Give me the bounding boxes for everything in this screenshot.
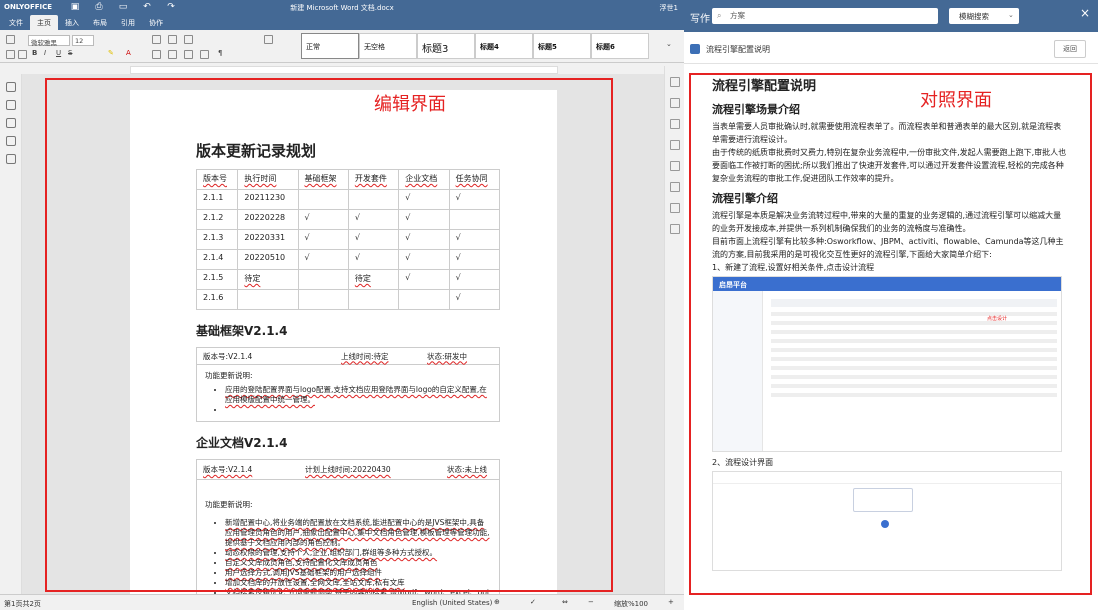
font-size-select[interactable]: 12 bbox=[72, 35, 94, 46]
language-select[interactable]: English (United States) bbox=[412, 599, 492, 607]
tab-insert[interactable]: 插入 bbox=[58, 15, 86, 30]
chart-settings-icon[interactable] bbox=[670, 182, 680, 192]
right-toolbar bbox=[664, 66, 684, 594]
document-icon bbox=[690, 44, 700, 54]
editor-panel: ONLYOFFICE ▣ ⎙ ▭ ↶ ↷ 新建 Microsoft Word 文… bbox=[0, 0, 684, 610]
fit-page-icon[interactable]: ⇔ bbox=[562, 598, 568, 606]
font-color-icon[interactable]: A bbox=[126, 49, 131, 57]
textart-settings-icon[interactable] bbox=[670, 203, 680, 213]
feedback-icon[interactable] bbox=[6, 136, 16, 146]
language-icon[interactable]: ⊕ bbox=[494, 598, 500, 606]
shape-settings-icon[interactable] bbox=[670, 161, 680, 171]
style-heading4[interactable]: 标题4 bbox=[475, 33, 533, 59]
compare-panel: 写作 方案 ⌕ 模糊搜索 ⌄ × 流程引擎配置说明 返回 流程引擎配置说明 流程… bbox=[684, 0, 1098, 610]
font-family-select[interactable]: 微软雅黑 bbox=[28, 35, 70, 47]
status-bar: 第1页共2页 English (United States) ⊕ ✓ ⇔ − 缩… bbox=[0, 594, 684, 610]
page-count: 第1页共2页 bbox=[4, 600, 41, 608]
style-heading5[interactable]: 标题5 bbox=[533, 33, 591, 59]
document-bar: 流程引擎配置说明 返回 bbox=[684, 32, 1098, 64]
chevron-down-icon: ⌄ bbox=[1008, 11, 1014, 19]
table-settings-icon[interactable] bbox=[670, 98, 680, 108]
zoom-level: 缩放%100 bbox=[614, 600, 649, 608]
title-bar: ONLYOFFICE ▣ ⎙ ▭ ↶ ↷ 新建 Microsoft Word 文… bbox=[0, 0, 684, 15]
copy-icon[interactable] bbox=[6, 35, 15, 44]
cut-icon[interactable] bbox=[18, 50, 27, 59]
ruler[interactable] bbox=[130, 66, 558, 74]
edit-area-label: 编辑界面 bbox=[374, 94, 446, 115]
bullet-list-icon[interactable] bbox=[152, 35, 161, 44]
highlight-icon[interactable]: ✎ bbox=[108, 49, 114, 57]
style-heading3[interactable]: 标题3 bbox=[417, 33, 475, 59]
underline-icon[interactable]: U bbox=[56, 49, 61, 57]
tab-references[interactable]: 引用 bbox=[114, 15, 142, 30]
align-center-icon[interactable] bbox=[168, 50, 177, 59]
ribbon: 微软雅黑 12 B I U S ✎ A ¶ 正常 无空格 标题3 标题4 标题5… bbox=[0, 30, 684, 63]
align-left-icon[interactable] bbox=[152, 50, 161, 59]
compare-area-frame bbox=[689, 73, 1092, 595]
back-button[interactable]: 返回 bbox=[1054, 40, 1086, 58]
number-list-icon[interactable] bbox=[168, 35, 177, 44]
spellcheck-icon[interactable]: ✓ bbox=[530, 598, 536, 606]
paragraph-icon[interactable]: ¶ bbox=[218, 49, 222, 57]
justify-icon[interactable] bbox=[200, 50, 209, 59]
zoom-out-icon[interactable]: − bbox=[588, 598, 594, 606]
search-icon: ⌕ bbox=[717, 11, 722, 20]
compare-title: 写作 bbox=[690, 14, 710, 25]
image-settings-icon[interactable] bbox=[670, 119, 680, 129]
style-normal[interactable]: 正常 bbox=[301, 33, 359, 59]
close-icon[interactable]: × bbox=[1080, 6, 1090, 20]
left-toolbar bbox=[0, 74, 22, 594]
signature-settings-icon[interactable] bbox=[670, 224, 680, 234]
tab-file[interactable]: 文件 bbox=[2, 15, 30, 30]
header-footer-icon[interactable] bbox=[670, 140, 680, 150]
multilevel-list-icon[interactable] bbox=[184, 35, 193, 44]
italic-icon[interactable]: I bbox=[44, 49, 46, 57]
compare-area-label: 对照界面 bbox=[920, 90, 992, 111]
compare-header: 写作 方案 ⌕ 模糊搜索 ⌄ × bbox=[684, 0, 1098, 32]
about-icon[interactable] bbox=[6, 154, 16, 164]
align-right-icon[interactable] bbox=[184, 50, 193, 59]
paste-icon[interactable] bbox=[6, 50, 15, 59]
bold-icon[interactable]: B bbox=[32, 49, 37, 57]
tab-layout[interactable]: 布局 bbox=[86, 15, 114, 30]
document-title: 新建 Microsoft Word 文档.docx bbox=[290, 4, 394, 12]
edit-area-frame bbox=[45, 78, 613, 592]
chat-icon[interactable] bbox=[6, 118, 16, 128]
user-name[interactable]: 浮世1 bbox=[660, 3, 678, 13]
paragraph-settings-icon[interactable] bbox=[670, 77, 680, 87]
comments-icon[interactable] bbox=[6, 100, 16, 110]
strikethrough-icon[interactable]: S bbox=[68, 49, 72, 57]
search-icon[interactable] bbox=[6, 82, 16, 92]
style-heading6[interactable]: 标题6 bbox=[591, 33, 649, 59]
tab-home[interactable]: 主页 bbox=[30, 15, 58, 30]
style-no-spacing[interactable]: 无空格 bbox=[359, 33, 417, 59]
styles-expand-icon[interactable]: ⌄ bbox=[666, 40, 672, 48]
tab-collaboration[interactable]: 协作 bbox=[142, 15, 170, 30]
zoom-in-icon[interactable]: + bbox=[668, 598, 674, 606]
search-input[interactable]: 方案 bbox=[712, 8, 938, 24]
document-name: 流程引擎配置说明 bbox=[706, 45, 770, 54]
copy-format-icon[interactable] bbox=[264, 35, 273, 44]
menu-bar: 文件 主页 插入 布局 引用 协作 bbox=[0, 15, 684, 30]
